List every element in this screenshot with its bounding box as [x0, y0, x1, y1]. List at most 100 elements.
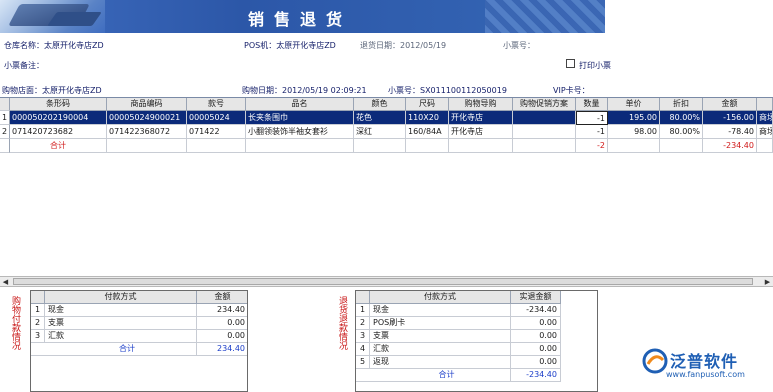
- table-cell-size[interactable]: 160/84A: [406, 125, 449, 139]
- quantity-input[interactable]: -1: [576, 111, 608, 125]
- purchase-receipt-number: 小票号：SX011100112050019: [388, 86, 507, 95]
- row-number: 1: [31, 304, 45, 317]
- return-date-label: 退货日期：2012/05/19: [360, 41, 447, 50]
- table-cell-style[interactable]: 071422: [187, 125, 246, 139]
- row-number: 1: [356, 304, 370, 317]
- grid-horizontal-scrollbar[interactable]: ◀ ▶: [0, 276, 773, 287]
- table-cell-name[interactable]: 小翻领装饰半袖女套衫: [246, 125, 354, 139]
- table-cell-color[interactable]: 花色: [354, 111, 406, 125]
- table-cell-empty: [513, 139, 576, 153]
- refund-method-cell[interactable]: 返现: [370, 356, 511, 369]
- row-number: [0, 139, 10, 153]
- table-cell-extra[interactable]: 商场: [757, 125, 773, 139]
- column-header-quantity[interactable]: 数量: [576, 98, 608, 111]
- table-cell-amount[interactable]: -78.40: [703, 125, 757, 139]
- table-cell-empty: [187, 139, 246, 153]
- refund-method-cell[interactable]: 现金: [370, 304, 511, 317]
- refund-total-amount: -234.40: [511, 369, 561, 382]
- grid-total-label: 合计: [10, 139, 107, 153]
- table-cell-size[interactable]: 110X20: [406, 111, 449, 125]
- payment-method-cell[interactable]: 支票: [45, 317, 197, 330]
- print-receipt-checkbox[interactable]: [566, 59, 575, 68]
- payment-method-cell[interactable]: 现金: [45, 304, 197, 317]
- refund-method-cell[interactable]: 汇款: [370, 343, 511, 356]
- row-number: 3: [356, 330, 370, 343]
- refund-method-cell[interactable]: POS刷卡: [370, 317, 511, 330]
- column-header-size[interactable]: 尺码: [406, 98, 449, 111]
- column-header-product-code[interactable]: 商品编码: [107, 98, 187, 111]
- table-cell-style[interactable]: 00005024: [187, 111, 246, 125]
- refund-amount-cell[interactable]: 0.00: [511, 343, 561, 356]
- brand-url: www.fanpusoft.com: [666, 370, 745, 379]
- table-cell-price[interactable]: 195.00: [608, 111, 660, 125]
- purchase-payment-panel[interactable]: 付款方式 金额 1 现金 234.40 2 支票 0.00 3 汇款 0.00 …: [30, 290, 248, 392]
- banner-illustration: [0, 0, 105, 33]
- table-cell-price[interactable]: 98.00: [608, 125, 660, 139]
- column-header-amount[interactable]: 金额: [197, 291, 247, 304]
- return-refund-panel[interactable]: 付款方式 实退金额 1 现金 -234.40 2 POS刷卡 0.00 3 支票…: [355, 290, 598, 392]
- table-cell-product-code[interactable]: 071422368072: [107, 125, 187, 139]
- table-cell-extra[interactable]: 商场: [757, 111, 773, 125]
- refund-method-cell[interactable]: 支票: [370, 330, 511, 343]
- scroll-left-icon[interactable]: ◀: [0, 277, 11, 287]
- goods-grid[interactable]: 条形码 商品编码 款号 品名 颜色 尺码 购物导购 购物促销方案 数量 单价 折…: [0, 97, 773, 275]
- remark-label: 小票备注：: [4, 61, 44, 70]
- table-cell-empty: [757, 139, 773, 153]
- table-cell-amount[interactable]: -156.00: [703, 111, 757, 125]
- title-banner: 销售退货: [0, 0, 605, 33]
- row-number: 2: [31, 317, 45, 330]
- brand-name: 泛普软件: [670, 352, 739, 371]
- column-header-refund-amount[interactable]: 实退金额: [511, 291, 561, 304]
- column-header-discount[interactable]: 折扣: [660, 98, 703, 111]
- refund-amount-cell[interactable]: 0.00: [511, 330, 561, 343]
- table-cell-promotion[interactable]: [513, 111, 576, 125]
- table-cell-empty: [246, 139, 354, 153]
- column-header-amount[interactable]: 金额: [703, 98, 757, 111]
- row-number: 3: [31, 330, 45, 343]
- column-header-color[interactable]: 颜色: [354, 98, 406, 111]
- payment-method-cell[interactable]: 汇款: [45, 330, 197, 343]
- table-cell-barcode[interactable]: 000050202190004: [10, 111, 107, 125]
- row-number: 2: [356, 317, 370, 330]
- payment-total-amount: 234.40: [197, 343, 247, 356]
- table-cell-color[interactable]: 深红: [354, 125, 406, 139]
- scrollbar-thumb[interactable]: [13, 278, 753, 285]
- row-number-header: [356, 291, 370, 304]
- payment-amount-cell[interactable]: 0.00: [197, 330, 247, 343]
- column-header-style[interactable]: 款号: [187, 98, 246, 111]
- row-number: 2: [0, 125, 10, 139]
- table-cell-empty: [449, 139, 513, 153]
- column-header-price[interactable]: 单价: [608, 98, 660, 111]
- row-number: 4: [356, 343, 370, 356]
- table-cell-discount[interactable]: 80.00%: [660, 111, 703, 125]
- refund-amount-cell[interactable]: 0.00: [511, 317, 561, 330]
- column-header-promotion[interactable]: 购物促销方案: [513, 98, 576, 111]
- brand-logo-icon: [642, 348, 668, 374]
- table-cell-barcode[interactable]: 071420723682: [10, 125, 107, 139]
- vip-card-label: VIP卡号：: [553, 86, 590, 95]
- column-header-payment-method[interactable]: 付款方式: [45, 291, 197, 304]
- brand-logo: 泛普软件 www.fanpusoft.com: [640, 346, 770, 390]
- purchase-payment-side-label-text: 购物付款情况: [10, 296, 20, 350]
- table-cell-empty: [354, 139, 406, 153]
- payment-amount-cell[interactable]: 0.00: [197, 317, 247, 330]
- column-header-barcode[interactable]: 条形码: [10, 98, 107, 111]
- table-cell-product-code[interactable]: 00005024900021: [107, 111, 187, 125]
- table-cell-name[interactable]: 长夹条围巾: [246, 111, 354, 125]
- column-header-name[interactable]: 品名: [246, 98, 354, 111]
- refund-amount-cell[interactable]: 0.00: [511, 356, 561, 369]
- column-header-guide[interactable]: 购物导购: [449, 98, 513, 111]
- table-cell-quantity[interactable]: -1: [576, 125, 608, 139]
- column-header-extra[interactable]: [757, 98, 773, 111]
- table-cell-guide[interactable]: 开化寺店: [449, 111, 513, 125]
- table-cell-promotion[interactable]: [513, 125, 576, 139]
- refund-amount-cell[interactable]: -234.40: [511, 304, 561, 317]
- scroll-right-icon[interactable]: ▶: [762, 277, 773, 287]
- payment-total-label: 合计: [31, 343, 197, 356]
- warehouse-label: 仓库名称：太原开化寺店ZD: [4, 41, 104, 50]
- column-header-payment-method[interactable]: 付款方式: [370, 291, 511, 304]
- table-cell-discount[interactable]: 80.00%: [660, 125, 703, 139]
- payment-amount-cell[interactable]: 234.40: [197, 304, 247, 317]
- table-cell-empty: [406, 139, 449, 153]
- table-cell-guide[interactable]: 开化寺店: [449, 125, 513, 139]
